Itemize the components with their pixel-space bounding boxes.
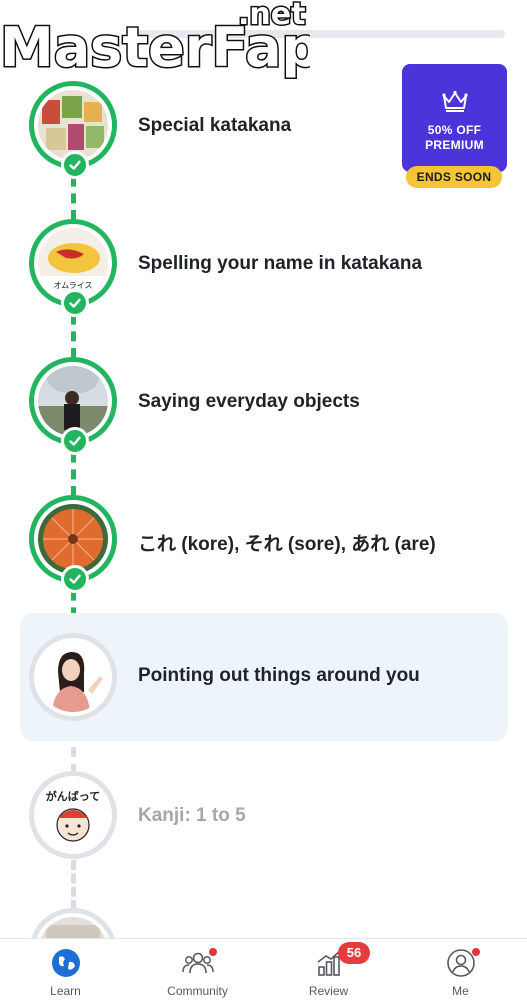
omurice-photo-icon: オムライス xyxy=(38,228,108,298)
lesson-title: Kanji: 1 to 5 xyxy=(138,805,246,826)
review-count-badge: 56 xyxy=(338,942,370,964)
lesson-row-everyday-objects[interactable]: Saying everyday objects xyxy=(0,347,527,457)
svg-text:がんばって: がんばって xyxy=(46,789,100,803)
lesson-row-kanji-1-to-5[interactable]: がんばって Kanji: 1 to 5 xyxy=(0,761,527,871)
notification-dot xyxy=(209,948,217,956)
premium-promo-card[interactable]: 50% OFF PREMIUM xyxy=(402,64,507,172)
notification-dot xyxy=(472,948,480,956)
completed-check-icon xyxy=(61,289,89,317)
completed-check-icon xyxy=(61,565,89,593)
tab-label: Me xyxy=(452,984,469,998)
lesson-title: Pointing out things around you xyxy=(138,665,420,686)
lesson-row-pointing-out-things[interactable]: Pointing out things around you xyxy=(20,613,508,741)
globe-icon xyxy=(51,949,80,977)
umbrella-photo-icon xyxy=(38,504,108,574)
lesson-row-spelling-name[interactable]: オムライス Spelling your name in katakana xyxy=(0,209,527,319)
lesson-title: Saying everyday objects xyxy=(138,391,360,412)
bottom-tab-bar: Learn Community Review Me xyxy=(0,938,527,1001)
tab-review[interactable]: Review xyxy=(263,939,394,1001)
watermark-suffix: .net xyxy=(238,0,305,32)
woman-pointing-photo-icon xyxy=(38,642,108,712)
promo-premium-text: PREMIUM xyxy=(425,138,484,152)
crown-icon xyxy=(442,90,468,112)
ganbatte-illustration-icon: がんばって xyxy=(38,780,108,850)
person-photo-icon xyxy=(38,366,108,436)
lesson-title: Special katakana xyxy=(138,115,292,136)
tab-me[interactable]: Me xyxy=(395,939,526,1001)
watermark-logo: MasterFap .net xyxy=(0,0,310,80)
promo-discount-text: 50% OFF xyxy=(427,123,482,137)
lesson-title: これ (kore), それ (sore), あれ (are) xyxy=(138,534,436,555)
tab-learn[interactable]: Learn xyxy=(0,939,131,1001)
completed-check-icon xyxy=(61,151,89,179)
vegetables-photo-icon xyxy=(38,90,108,160)
tab-label: Review xyxy=(308,984,349,998)
tab-label: Learn xyxy=(50,984,81,998)
tab-label: Community xyxy=(167,984,228,998)
tab-community[interactable]: Community xyxy=(132,939,263,1001)
lesson-thumbnail xyxy=(29,633,117,721)
lesson-row-kore-sore-are[interactable]: これ (kore), それ (sore), あれ (are) xyxy=(0,485,527,595)
lesson-thumbnail: がんばって xyxy=(29,771,117,859)
completed-check-icon xyxy=(61,427,89,455)
lesson-title: Spelling your name in katakana xyxy=(138,253,423,274)
promo-ends-soon-badge: ENDS SOON xyxy=(406,166,502,188)
